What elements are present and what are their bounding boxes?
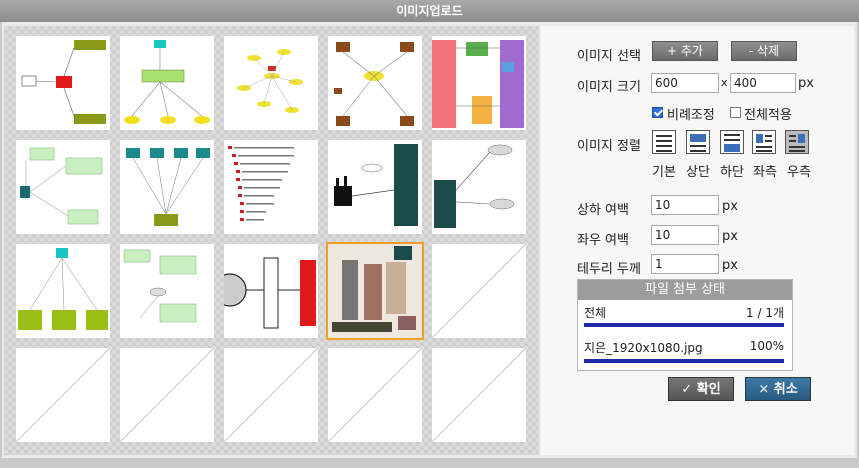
file-percent: 100% bbox=[749, 339, 784, 353]
thumbnail[interactable] bbox=[120, 244, 214, 338]
thumbnail[interactable] bbox=[328, 140, 422, 234]
image-size-label: 이미지 크기 bbox=[577, 80, 641, 95]
align-right-icon[interactable] bbox=[785, 130, 809, 154]
check-icon: ✓ bbox=[681, 382, 693, 397]
keep-ratio-label: 비례조정 bbox=[667, 108, 715, 123]
thumbnail[interactable] bbox=[224, 140, 318, 234]
image-gallery bbox=[4, 26, 539, 455]
align-top-icon[interactable] bbox=[686, 130, 710, 154]
align-option-label: 좌측 bbox=[753, 165, 777, 180]
thumbnail[interactable] bbox=[328, 36, 422, 130]
image-select-label: 이미지 선택 bbox=[577, 49, 641, 64]
apply-all-checkbox[interactable] bbox=[730, 107, 741, 118]
width-input[interactable]: 600 bbox=[651, 73, 719, 93]
align-option-label: 상단 bbox=[686, 165, 710, 180]
hmargin-unit: px bbox=[722, 229, 738, 244]
delete-button[interactable]: - 삭제 bbox=[731, 41, 797, 61]
attach-status-box: 파일 첨부 상태 전체 1 / 1개 지은_1920x1080.jpg 100% bbox=[577, 279, 793, 371]
thumbnail[interactable] bbox=[16, 244, 110, 338]
total-progress-bar bbox=[584, 323, 784, 327]
empty-slot bbox=[432, 244, 526, 338]
thumbnail[interactable] bbox=[16, 140, 110, 234]
border-unit: px bbox=[722, 258, 738, 273]
hmargin-input[interactable]: 10 bbox=[651, 225, 719, 245]
attach-status-header: 파일 첨부 상태 bbox=[578, 280, 792, 300]
empty-slot bbox=[224, 348, 318, 442]
thumbnail[interactable] bbox=[120, 36, 214, 130]
align-bottom-icon[interactable] bbox=[720, 130, 744, 154]
align-default-icon[interactable] bbox=[652, 130, 676, 154]
vmargin-input[interactable]: 10 bbox=[651, 195, 719, 215]
confirm-label: 확인 bbox=[696, 382, 721, 397]
file-progress-bar bbox=[584, 359, 784, 363]
apply-all-label: 전체적용 bbox=[744, 108, 792, 123]
total-count: 1 / 1개 bbox=[746, 306, 784, 320]
vmargin-unit: px bbox=[722, 199, 738, 214]
thumbnail[interactable] bbox=[224, 36, 318, 130]
align-option-label: 기본 bbox=[652, 165, 676, 180]
empty-slot bbox=[120, 348, 214, 442]
empty-slot bbox=[328, 348, 422, 442]
size-unit: px bbox=[798, 76, 814, 91]
border-input[interactable]: 1 bbox=[651, 254, 719, 274]
size-separator: x bbox=[721, 76, 728, 89]
height-input[interactable]: 400 bbox=[730, 73, 796, 93]
align-option-label: 우측 bbox=[787, 165, 811, 180]
file-name: 지은_1920x1080.jpg bbox=[584, 341, 703, 355]
total-label: 전체 bbox=[584, 306, 607, 320]
vmargin-label: 상하 여백 bbox=[577, 203, 629, 218]
close-icon: × bbox=[758, 382, 770, 397]
add-button[interactable]: + 추가 bbox=[652, 41, 718, 61]
cancel-label: 취소 bbox=[773, 382, 798, 397]
hmargin-label: 좌우 여백 bbox=[577, 233, 629, 248]
total-progress-fill bbox=[584, 323, 784, 327]
thumbnail-selected[interactable] bbox=[326, 242, 424, 340]
window-title: 이미지업로드 bbox=[0, 0, 859, 22]
thumbnail[interactable] bbox=[120, 140, 214, 234]
empty-slot bbox=[432, 348, 526, 442]
thumbnail[interactable] bbox=[16, 36, 110, 130]
align-option-label: 하단 bbox=[720, 165, 744, 180]
align-label: 이미지 정렬 bbox=[577, 139, 641, 154]
thumbnail[interactable] bbox=[224, 244, 318, 338]
empty-slot bbox=[16, 348, 110, 442]
border-label: 테두리 두께 bbox=[577, 262, 641, 277]
cancel-button[interactable]: × 취소 bbox=[745, 377, 811, 401]
keep-ratio-checkbox[interactable] bbox=[652, 107, 663, 118]
confirm-button[interactable]: ✓ 확인 bbox=[668, 377, 734, 401]
thumbnail[interactable] bbox=[432, 140, 526, 234]
thumbnail[interactable] bbox=[432, 36, 526, 130]
align-left-icon[interactable] bbox=[752, 130, 776, 154]
file-progress-fill bbox=[584, 359, 784, 363]
